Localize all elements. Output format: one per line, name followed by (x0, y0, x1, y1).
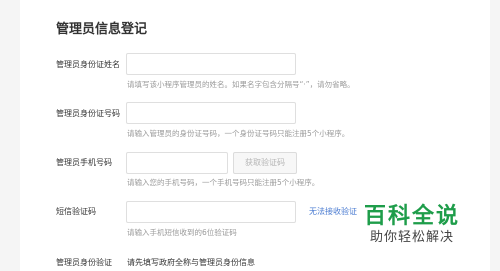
phone-input[interactable] (126, 152, 228, 174)
phone-label: 管理员手机号码 (56, 158, 112, 167)
name-hint: 请填写该小程序管理员的姓名。如果名字包含分隔号“·”，请勿省略。 (127, 80, 355, 89)
sms-code-input[interactable] (126, 201, 296, 223)
watermark-subtitle: 助你轻松解决 (370, 230, 455, 245)
page-title: 管理员信息登记 (56, 22, 148, 37)
identity-verify-note: 请先填写政府全称与管理员身份信息 (127, 258, 255, 267)
phone-hint: 请输入您的手机号码，一个手机号码只能注册5个小程序。 (127, 178, 320, 187)
cant-receive-code-link[interactable]: 无法接收验证 (309, 206, 357, 217)
get-code-button[interactable]: 获取验证码 (233, 152, 297, 174)
id-number-input[interactable] (126, 102, 296, 124)
name-input[interactable] (126, 53, 296, 75)
sms-code-label: 短信验证码 (56, 207, 96, 216)
name-label: 管理员身份证姓名 (56, 60, 120, 69)
identity-verify-label: 管理员身份验证 (56, 258, 112, 267)
id-number-label: 管理员身份证号码 (56, 109, 120, 118)
id-number-hint: 请输入管理员的身份证号码，一个身份证号码只能注册5个小程序。 (127, 129, 350, 138)
watermark-logo: 百科全说 助你轻松解决 (358, 198, 490, 248)
sms-code-hint: 请输入手机短信收到的6位验证码 (127, 228, 237, 237)
